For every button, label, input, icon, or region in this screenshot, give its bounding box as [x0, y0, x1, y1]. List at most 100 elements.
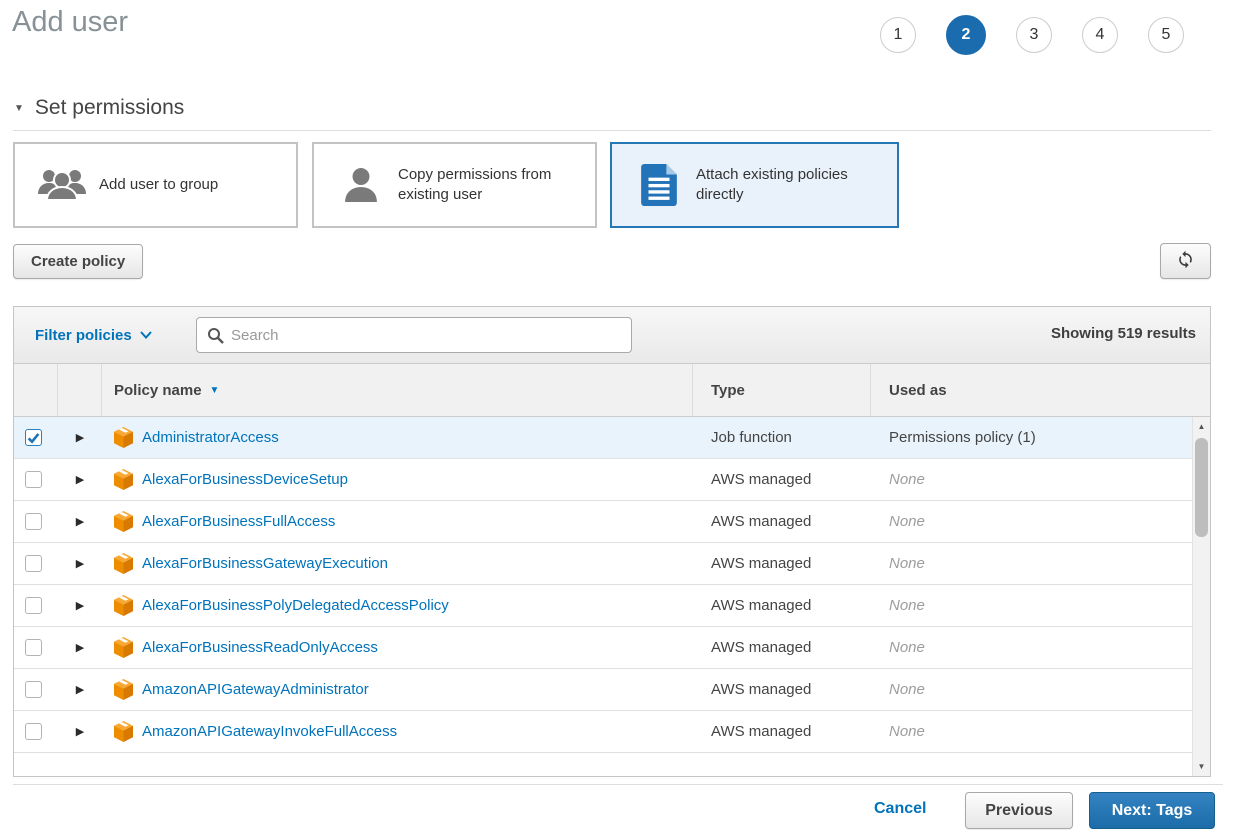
policies-panel: Filter policies Showing 519 results Poli…: [13, 306, 1211, 777]
policy-used-as: None: [871, 597, 1192, 614]
expand-row-icon[interactable]: ▶: [58, 515, 102, 528]
table-row: ▶ AlexaForBusinessGatewayExecution AWS ma…: [14, 543, 1210, 585]
search-icon: [207, 327, 224, 344]
policy-name-link[interactable]: AlexaForBusinessPolyDelegatedAccessPolic…: [142, 597, 449, 614]
policy-name-link[interactable]: AmazonAPIGatewayAdministrator: [142, 681, 369, 698]
checkbox-cell: [14, 597, 58, 614]
policy-name-cell: AlexaForBusinessDeviceSetup: [102, 469, 693, 490]
checkbox-cell: [14, 555, 58, 572]
refresh-button[interactable]: [1160, 243, 1211, 279]
header-used-as[interactable]: Used as: [871, 364, 1192, 416]
policy-name-link[interactable]: AdministratorAccess: [142, 429, 279, 446]
vertical-scrollbar[interactable]: ▲ ▼: [1192, 417, 1210, 776]
set-permissions-section-header[interactable]: ▼ Set permissions: [14, 96, 184, 120]
policy-name-link[interactable]: AlexaForBusinessFullAccess: [142, 513, 335, 530]
policy-name-cell: AlexaForBusinessPolyDelegatedAccessPolic…: [102, 595, 693, 616]
expand-row-icon[interactable]: ▶: [58, 557, 102, 570]
table-row: ▶ AdministratorAccess Job functionPermiss…: [14, 417, 1210, 459]
expand-row-icon[interactable]: ▶: [58, 599, 102, 612]
checkbox-cell: [14, 471, 58, 488]
policy-name-link[interactable]: AlexaForBusinessReadOnlyAccess: [142, 639, 378, 656]
table-row: ▶ AlexaForBusinessDeviceSetupAWS managed…: [14, 459, 1210, 501]
card-attach-existing-policies[interactable]: Attach existing policies directly: [610, 142, 899, 228]
policy-name-cell: AdministratorAccess: [102, 427, 693, 448]
policy-type: AWS managed: [693, 639, 871, 656]
wizard-step-1: 1: [880, 17, 916, 53]
card-add-user-to-group[interactable]: Add user to group: [13, 142, 298, 228]
card-label: Attach existing policies directly: [696, 165, 881, 206]
results-count: Showing 519 results: [1051, 325, 1196, 342]
row-checkbox[interactable]: [25, 513, 42, 530]
wizard-step-2: 2: [946, 15, 986, 55]
policy-document-icon: [630, 164, 688, 206]
policy-used-as: None: [871, 513, 1192, 530]
policy-type: AWS managed: [693, 513, 871, 530]
scroll-down-icon[interactable]: ▼: [1193, 762, 1210, 771]
wizard-step-indicator: 12345: [880, 12, 1220, 58]
policy-type: AWS managed: [693, 555, 871, 572]
card-copy-permissions[interactable]: Copy permissions from existing user: [312, 142, 597, 228]
wizard-step-5: 5: [1148, 17, 1184, 53]
policy-used-as: Permissions policy (1): [871, 429, 1192, 446]
policy-cube-icon: [114, 511, 133, 532]
previous-button[interactable]: Previous: [965, 792, 1073, 829]
search-input[interactable]: [231, 327, 631, 344]
row-checkbox[interactable]: [25, 471, 42, 488]
expand-row-icon[interactable]: ▶: [58, 473, 102, 486]
footer-divider: [13, 784, 1223, 785]
policy-name-link[interactable]: AmazonAPIGatewayInvokeFullAccess: [142, 723, 397, 740]
row-checkbox[interactable]: [25, 555, 42, 572]
scrollbar-thumb[interactable]: [1195, 438, 1208, 537]
scroll-up-icon[interactable]: ▲: [1193, 422, 1210, 431]
policy-name-cell: AmazonAPIGatewayAdministrator: [102, 679, 693, 700]
filter-policies-dropdown[interactable]: Filter policies: [35, 327, 152, 344]
row-checkbox[interactable]: [25, 723, 42, 740]
header-policy-name[interactable]: Policy name ▼: [102, 364, 693, 416]
filter-bar: Filter policies Showing 519 results: [14, 307, 1210, 364]
table-body: ▶ AdministratorAccess Job functionPermiss…: [14, 417, 1210, 776]
collapse-triangle-icon: ▼: [14, 103, 24, 114]
checkbox-cell: [14, 513, 58, 530]
policy-cube-icon: [114, 679, 133, 700]
policy-name-link[interactable]: AlexaForBusinessDeviceSetup: [142, 471, 348, 488]
header-type[interactable]: Type: [693, 364, 871, 416]
table-row: ▶ AlexaForBusinessPolyDelegatedAccessPol…: [14, 585, 1210, 627]
checkbox-cell: [14, 429, 58, 446]
policy-used-as: None: [871, 555, 1192, 572]
table-row: ▶ AmazonAPIGatewayInvokeFullAccessAWS ma…: [14, 711, 1210, 753]
user-icon: [332, 167, 390, 203]
row-checkbox-checked[interactable]: [25, 429, 42, 446]
card-label: Add user to group: [99, 175, 218, 195]
policy-name-cell: AlexaForBusinessReadOnlyAccess: [102, 637, 693, 658]
expand-row-icon[interactable]: ▶: [58, 431, 102, 444]
table-row: ▶ AmazonAPIGatewayAdministrator AWS manag…: [14, 669, 1210, 711]
table-row: ▶ AlexaForBusinessFullAccess AWS managedN…: [14, 501, 1210, 543]
checkbox-cell: [14, 681, 58, 698]
policy-type: AWS managed: [693, 597, 871, 614]
wizard-step-3: 3: [1016, 17, 1052, 53]
row-checkbox[interactable]: [25, 597, 42, 614]
expand-row-icon[interactable]: ▶: [58, 683, 102, 696]
policy-type: AWS managed: [693, 681, 871, 698]
expand-row-icon[interactable]: ▶: [58, 641, 102, 654]
expand-row-icon[interactable]: ▶: [58, 725, 102, 738]
user-group-icon: [33, 168, 91, 202]
row-checkbox[interactable]: [25, 681, 42, 698]
policy-type: Job function: [693, 429, 871, 446]
next-tags-button[interactable]: Next: Tags: [1089, 792, 1215, 829]
policy-cube-icon: [114, 469, 133, 490]
policy-name-link[interactable]: AlexaForBusinessGatewayExecution: [142, 555, 388, 572]
policy-cube-icon: [114, 427, 133, 448]
policy-used-as: None: [871, 639, 1192, 656]
policy-name-cell: AlexaForBusinessGatewayExecution: [102, 553, 693, 574]
header-scrollbar-space: [1192, 364, 1210, 416]
row-checkbox[interactable]: [25, 639, 42, 656]
table-row: ▶ AlexaForBusinessReadOnlyAccess AWS mana…: [14, 627, 1210, 669]
policy-cube-icon: [114, 553, 133, 574]
policy-cube-icon: [114, 637, 133, 658]
create-policy-button[interactable]: Create policy: [13, 244, 143, 279]
cancel-link[interactable]: Cancel: [874, 800, 926, 818]
table-header: Policy name ▼ Type Used as: [14, 364, 1210, 417]
policy-cube-icon: [114, 595, 133, 616]
chevron-down-icon: [140, 331, 152, 339]
